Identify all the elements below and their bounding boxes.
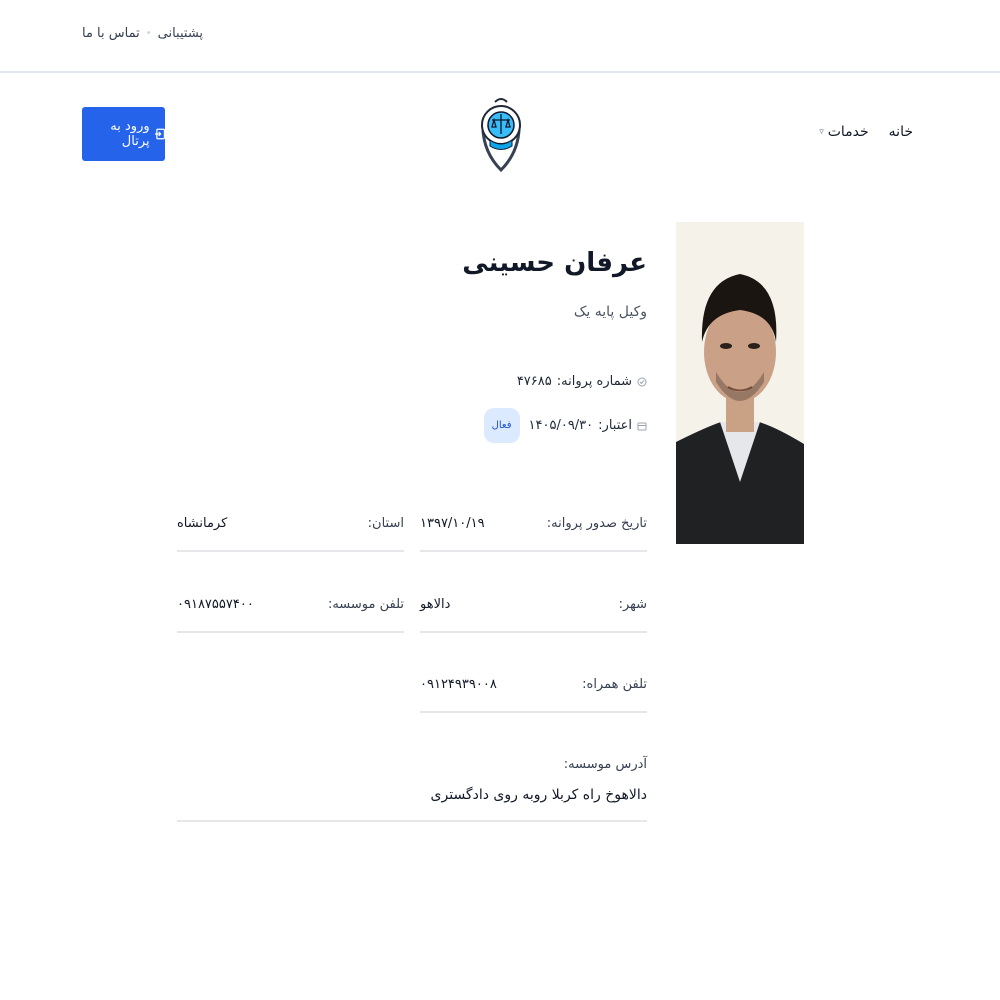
address-field: آدرس موسسه: دالاهوخ راه کربلا روبه روی د…	[177, 757, 647, 822]
support-link[interactable]: پشتیبانی	[158, 26, 203, 41]
issue-date-label: تاریخ صدور پروانه:	[546, 516, 647, 531]
province-value: کرمانشاه	[177, 516, 228, 531]
mobile-value[interactable]: ۰۹۱۲۴۹۳۹۰۰۸	[420, 677, 497, 692]
portal-login-button[interactable]: ورود به پرتال	[82, 107, 165, 161]
bar-association-logo[interactable]	[478, 90, 524, 178]
issue-date-value: ۱۳۹۷/۱۰/۱۹	[420, 516, 485, 531]
validity-label: اعتبار:	[598, 418, 632, 433]
mobile-label: تلفن همراه:	[582, 677, 647, 692]
city-label: شهر:	[618, 597, 647, 612]
issue-date-field: تاریخ صدور پروانه: ۱۳۹۷/۱۰/۱۹	[420, 516, 647, 552]
calendar-icon	[637, 422, 647, 430]
nav-services[interactable]: خدمات ▿	[819, 124, 868, 140]
top-links: پشتیبانی • تماس با ما	[82, 26, 203, 41]
mobile-field: تلفن همراه: ۰۹۱۲۴۹۳۹۰۰۸	[420, 677, 647, 713]
lawyer-rank: وکیل پایه یک	[573, 304, 647, 320]
license-value: ۴۷۶۸۵	[516, 374, 552, 389]
province-field: استان: کرمانشاه	[177, 516, 404, 552]
top-bar: پشتیبانی • تماس با ما	[0, 0, 1000, 73]
city-field: شهر: دالاهو	[420, 597, 647, 633]
address-value: دالاهوخ راه کربلا روبه روی دادگستری	[430, 787, 647, 803]
status-badge: فعال	[483, 408, 520, 443]
contact-link[interactable]: تماس با ما	[82, 26, 140, 41]
validity-row: اعتبار: ۱۴۰۵/۰۹/۳۰ فعال	[483, 408, 647, 443]
login-icon	[154, 128, 165, 140]
nav-home[interactable]: خانه	[889, 124, 913, 140]
main-nav: خانه خدمات ▿	[819, 124, 913, 140]
license-number-row: شماره پروانه: ۴۷۶۸۵	[517, 374, 647, 389]
check-circle-icon	[637, 377, 647, 386]
lawyer-photo	[676, 222, 804, 544]
address-label: آدرس موسسه:	[563, 757, 647, 772]
nav-services-label: خدمات	[827, 124, 869, 140]
portal-login-label: ورود به پرتال	[110, 119, 150, 149]
separator-dot: •	[145, 28, 152, 39]
office-phone-value[interactable]: ۰۹۱۸۷۵۵۷۴۰۰	[177, 597, 254, 612]
validity-value: ۱۴۰۵/۰۹/۳۰	[528, 418, 594, 433]
office-phone-field: تلفن موسسه: ۰۹۱۸۷۵۵۷۴۰۰	[177, 597, 404, 633]
city-value: دالاهو	[420, 597, 451, 612]
chevron-down-icon: ▿	[819, 127, 824, 137]
license-label: شماره پروانه:	[556, 374, 632, 389]
lawyer-name: عرفان حسینی	[462, 248, 647, 278]
office-phone-label: تلفن موسسه:	[327, 597, 404, 612]
province-label: استان:	[367, 516, 404, 531]
